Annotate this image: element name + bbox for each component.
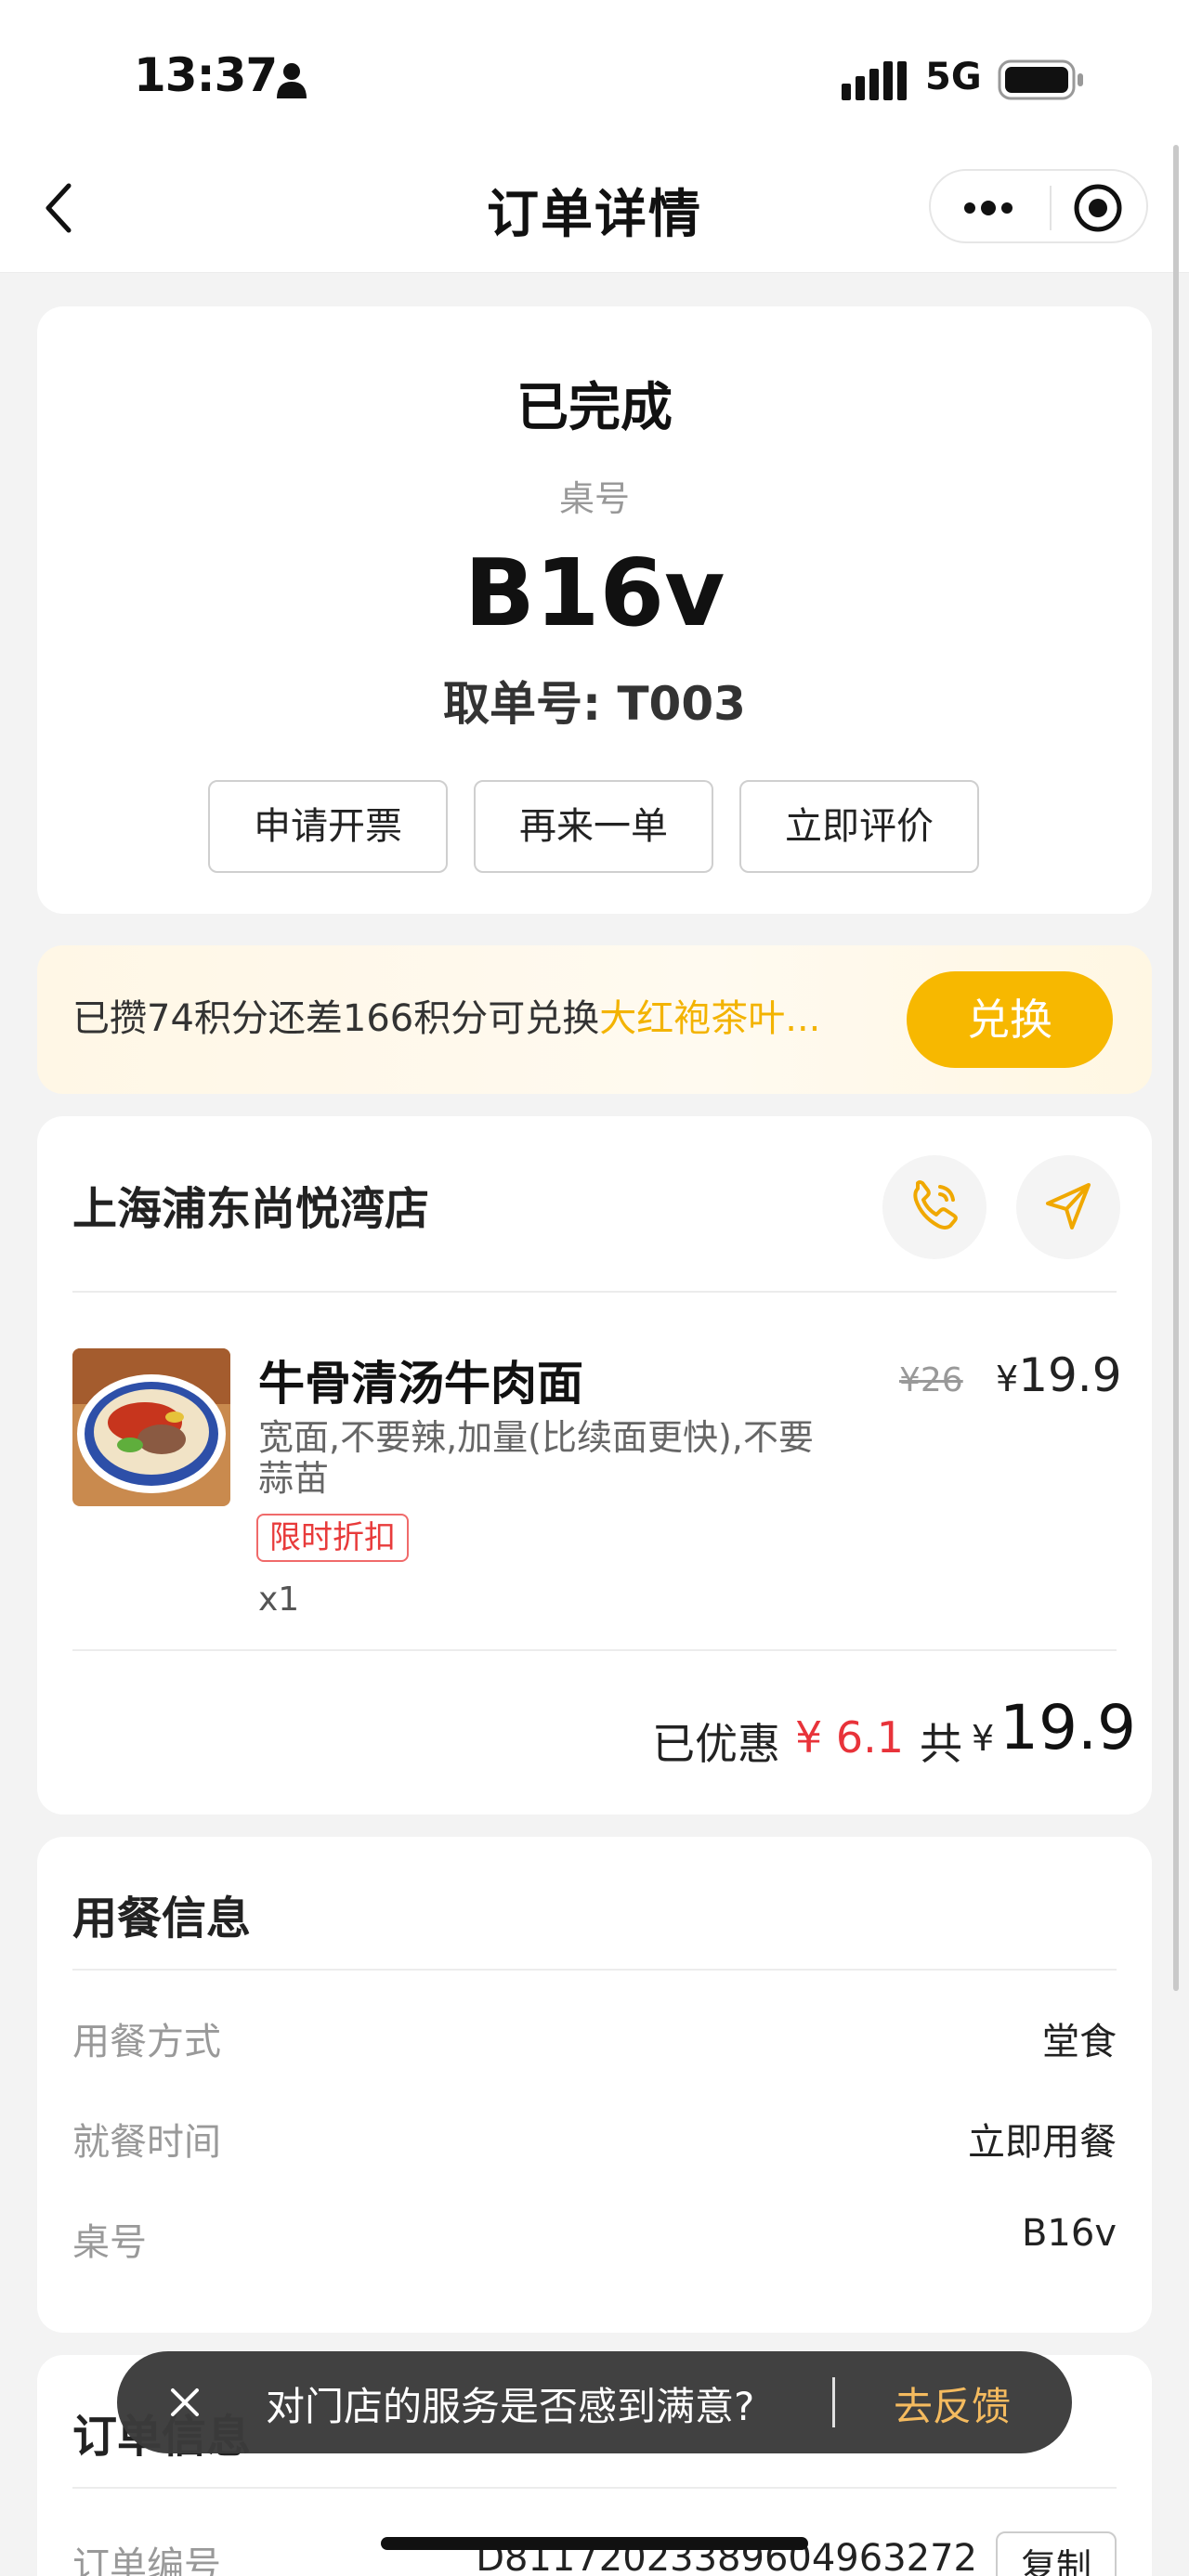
noodle-bowl-icon <box>72 1348 230 1506</box>
table-number: B16v <box>464 539 725 647</box>
status-bar: 13:37 5G <box>0 0 1189 139</box>
feedback-toast: 对门店的服务是否感到满意? 去反馈 <box>117 2351 1072 2453</box>
clock: 13:37 <box>134 48 278 102</box>
network-type: 5G <box>925 56 982 98</box>
points-text: 已攒74积分还差166积分可兑换大红袍茶叶... <box>72 988 820 1042</box>
feedback-question: 对门店的服务是否感到满意? <box>266 2384 755 2429</box>
redeem-button[interactable]: 兑换 <box>907 971 1113 1068</box>
points-banner: 已攒74积分还差166积分可兑换大红袍茶叶... 兑换 <box>37 945 1152 1094</box>
divider <box>72 1291 1117 1293</box>
divider <box>72 1649 1117 1651</box>
capsule-divider <box>1050 186 1052 230</box>
table-row-label: 桌号 <box>72 2221 147 2264</box>
total-value: 19.9 <box>1000 1692 1136 1763</box>
original-price: ¥26 <box>899 1361 963 1399</box>
copy-button[interactable]: 复制 <box>996 2531 1117 2576</box>
person-icon <box>277 63 307 98</box>
store-name: 上海浦东尚悦湾店 <box>72 1183 430 1235</box>
dining-mode-value: 堂食 <box>1042 2021 1117 2063</box>
table-row-value: B16v <box>1021 2212 1117 2255</box>
dining-info-card: 用餐信息 用餐方式 堂食 就餐时间 立即用餐 桌号 B16v <box>37 1837 1152 2333</box>
reorder-button[interactable]: 再来一单 <box>474 780 713 873</box>
dining-time-value: 立即用餐 <box>968 2121 1117 2164</box>
phone-icon <box>913 1180 958 1229</box>
price-value: 19.9 <box>1018 1348 1122 1402</box>
close-target-icon[interactable] <box>1070 180 1126 236</box>
divider <box>72 1969 1117 1971</box>
discount-tag: 限时折扣 <box>256 1514 409 1562</box>
discount-value: ¥ 6.1 <box>795 1712 905 1763</box>
invoice-button[interactable]: 申请开票 <box>208 780 448 873</box>
order-items-card: 上海浦东尚悦湾店 牛骨清汤牛肉面 宽面,不要辣,加量(比续面更快),不要蒜苗 限… <box>37 1116 1152 1815</box>
order-status: 已完成 <box>516 378 673 438</box>
feedback-link[interactable]: 去反馈 <box>894 2375 1011 2432</box>
item-quantity: x1 <box>258 1581 300 1619</box>
item-name: 牛骨清汤牛肉面 <box>258 1357 583 1411</box>
close-icon[interactable] <box>162 2379 208 2426</box>
table-label: 桌号 <box>558 478 630 519</box>
item-price: ¥19.9 <box>996 1348 1122 1402</box>
navigate-icon <box>1046 1183 1091 1229</box>
dining-mode-label: 用餐方式 <box>72 2021 221 2063</box>
home-indicator[interactable] <box>381 2537 808 2550</box>
pickup-number: 取单号: T003 <box>443 677 746 731</box>
order-status-card: 已完成 桌号 B16v 取单号: T003 申请开票 再来一单 立即评价 <box>37 306 1152 914</box>
mini-program-capsule <box>929 169 1148 243</box>
discount-label: 已优惠 <box>652 1719 780 1769</box>
points-reward-link[interactable]: 大红袍茶叶... <box>599 997 820 1040</box>
points-progress: 已攒74积分还差166积分可兑换 <box>72 997 600 1040</box>
price-currency: ¥ <box>996 1359 1019 1399</box>
signal-icon <box>842 61 907 100</box>
total-label: 共 <box>920 1719 962 1769</box>
item-spec: 宽面,不要辣,加量(比续面更快),不要蒜苗 <box>258 1417 814 1499</box>
dining-time-label: 就餐时间 <box>72 2121 221 2164</box>
nav-bar: 订单详情 <box>0 139 1189 273</box>
section-title: 用餐信息 <box>72 1893 252 1945</box>
order-number-label: 订单编号 <box>72 2544 221 2576</box>
toast-divider <box>832 2377 835 2427</box>
divider <box>72 2487 1117 2489</box>
total-currency: ¥ <box>972 1718 995 1759</box>
battery-icon <box>998 59 1083 100</box>
product-image[interactable] <box>72 1348 230 1506</box>
review-button[interactable]: 立即评价 <box>739 780 979 873</box>
call-store-button[interactable] <box>882 1155 986 1259</box>
navigate-store-button[interactable] <box>1016 1155 1120 1259</box>
scrollbar[interactable] <box>1173 145 1179 1991</box>
more-icon[interactable] <box>955 182 1029 234</box>
